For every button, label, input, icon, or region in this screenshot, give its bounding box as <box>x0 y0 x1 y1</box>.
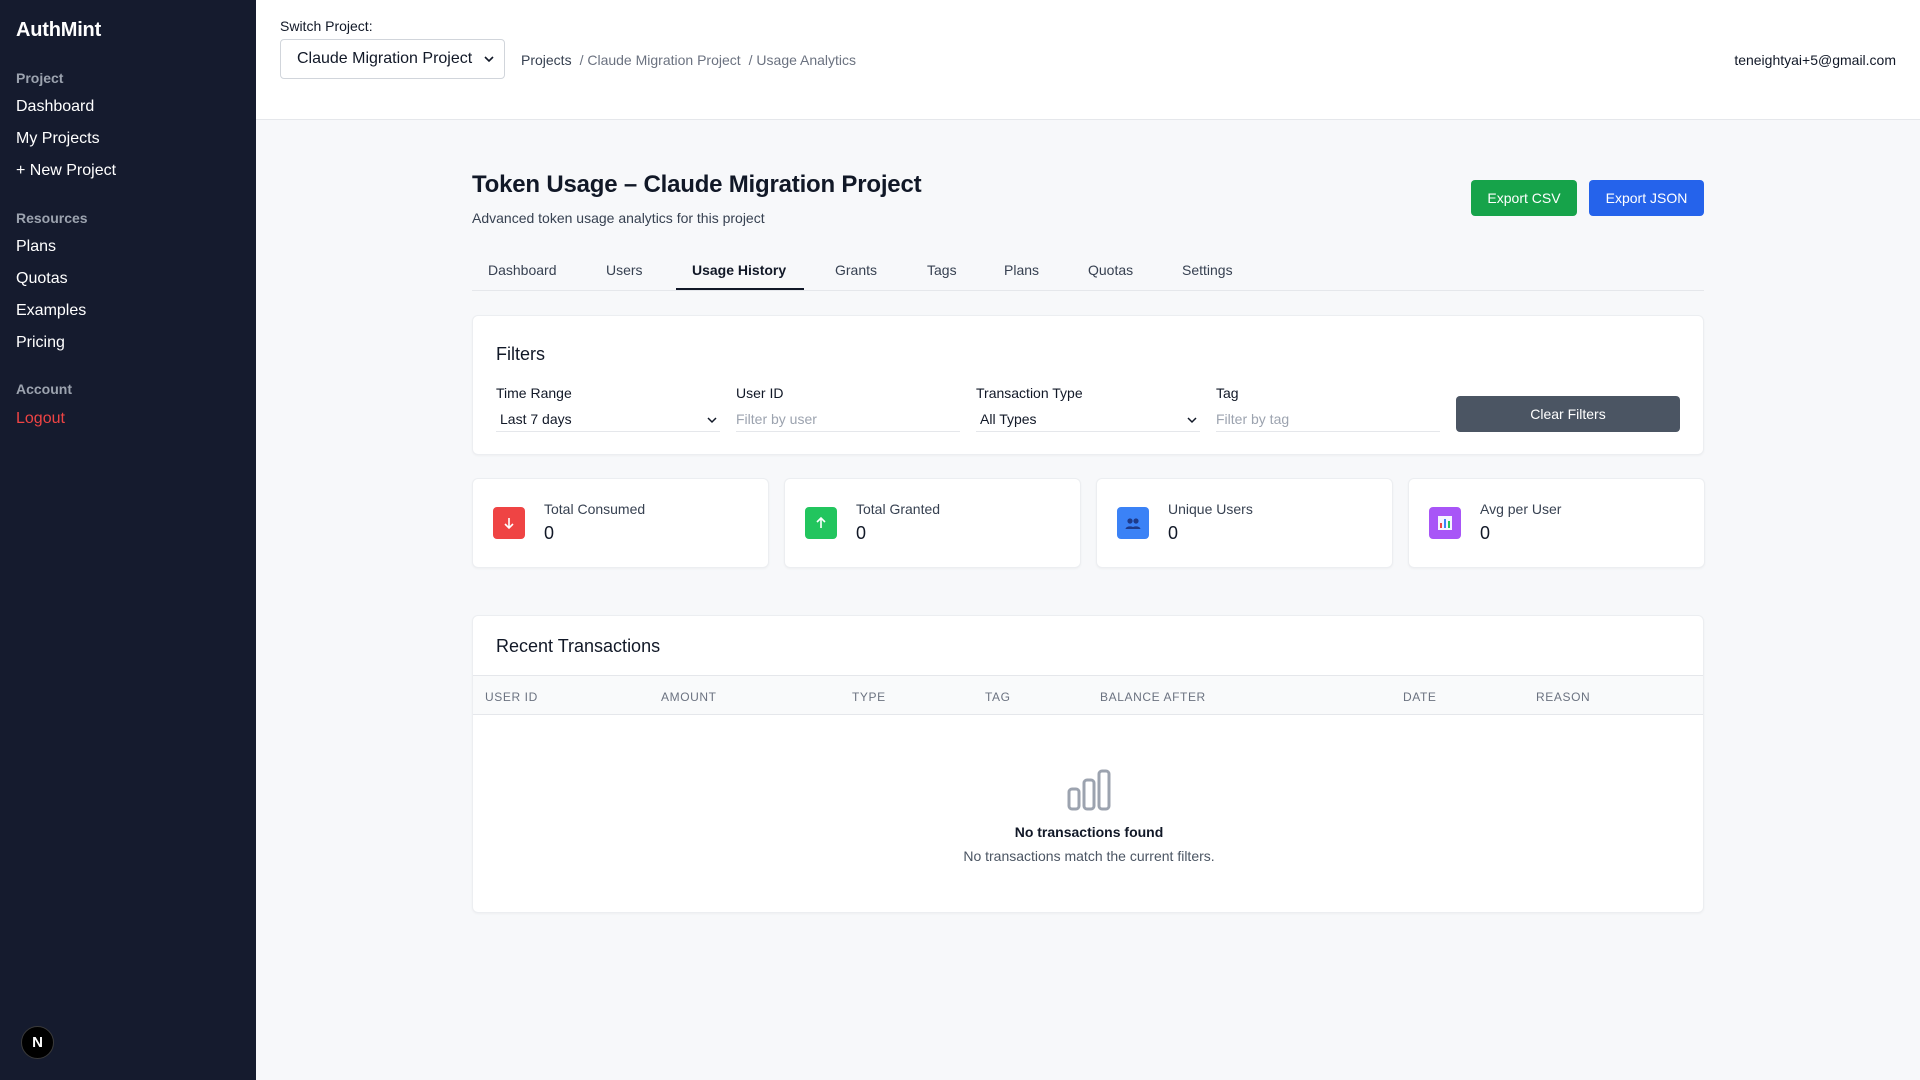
export-json-button[interactable]: Export JSON <box>1589 180 1704 216</box>
time-range-label: Time Range <box>496 385 572 401</box>
breadcrumb: Projects / Claude Migration Project / Us… <box>521 52 856 68</box>
tab-usage-history[interactable]: Usage History <box>692 262 786 278</box>
stat-label: Unique Users <box>1168 501 1253 517</box>
sidebar-item-new-project[interactable]: + New Project <box>16 162 116 180</box>
column-amount[interactable]: Amount <box>661 690 717 704</box>
breadcrumb-projects[interactable]: Projects <box>521 52 572 68</box>
stat-value: 0 <box>856 523 867 543</box>
breadcrumb-project[interactable]: / Claude Migration Project <box>580 52 741 68</box>
sidebar-item-quotas[interactable]: Quotas <box>16 270 68 288</box>
clear-filters-button[interactable]: Clear Filters <box>1456 396 1680 432</box>
sidebar-item-plans[interactable]: Plans <box>16 238 56 256</box>
user-id-label: User ID <box>736 385 784 401</box>
page-title: Token Usage – Claude Migration Project <box>472 171 922 198</box>
stat-label: Avg per User <box>1480 501 1562 517</box>
empty-state-title: No transactions found <box>1014 824 1164 840</box>
users-icon <box>1117 507 1149 539</box>
filters-title: Filters <box>496 344 545 364</box>
tag-label: Tag <box>1216 385 1239 401</box>
sidebar: AuthMint Project Dashboard My Projects +… <box>0 0 256 1080</box>
transaction-type-value: All Types <box>980 410 1037 427</box>
user-id-input[interactable]: Filter by user <box>736 406 960 432</box>
active-tab-indicator <box>676 288 804 290</box>
time-range-select[interactable]: Last 7 days <box>496 406 720 432</box>
transaction-type-label: Transaction Type <box>976 385 1083 401</box>
empty-state-subtitle: No transactions match the current filter… <box>963 848 1215 864</box>
sidebar-item-logout[interactable]: Logout <box>16 410 65 428</box>
tab-settings[interactable]: Settings <box>1182 262 1233 278</box>
page-subtitle: Advanced token usage analytics for this … <box>472 210 765 226</box>
export-csv-button[interactable]: Export CSV <box>1471 180 1577 216</box>
column-date[interactable]: Date <box>1403 690 1437 704</box>
section-project: Project <box>16 70 64 86</box>
column-reason[interactable]: Reason <box>1536 690 1590 704</box>
bar-chart-icon <box>1429 507 1461 539</box>
tab-users[interactable]: Users <box>606 262 643 278</box>
column-tag[interactable]: Tag <box>985 690 1011 704</box>
stat-value: 0 <box>1168 523 1179 543</box>
transaction-type-select[interactable]: All Types <box>976 406 1200 432</box>
sidebar-item-examples[interactable]: Examples <box>16 302 86 320</box>
topbar: Switch Project: Claude Migration Project… <box>256 0 1920 120</box>
stat-card-total-granted: Total Granted 0 <box>784 478 1081 568</box>
breadcrumb-current: / Usage Analytics <box>748 52 857 68</box>
tag-input[interactable]: Filter by tag <box>1216 406 1440 432</box>
arrow-up-icon <box>805 507 837 539</box>
arrow-down-icon <box>493 507 525 539</box>
stat-label: Total Consumed <box>544 501 646 517</box>
stat-value: 0 <box>544 523 555 543</box>
tab-tags[interactable]: Tags <box>927 262 957 278</box>
user-email[interactable]: teneightyai+5@gmail.com <box>1734 52 1896 68</box>
stat-label: Total Granted <box>856 501 941 517</box>
table-header: User ID Amount Type Tag Balance After Da… <box>473 675 1703 715</box>
bar-chart-icon <box>1067 769 1111 811</box>
next-badge-icon[interactable]: N <box>21 1026 54 1059</box>
column-type[interactable]: Type <box>852 690 886 704</box>
tab-grants[interactable]: Grants <box>835 262 877 278</box>
column-user-id[interactable]: User ID <box>485 690 538 704</box>
project-select[interactable]: Claude Migration Project <box>280 39 505 79</box>
sidebar-item-dashboard[interactable]: Dashboard <box>16 98 94 116</box>
brand-logo[interactable]: AuthMint <box>16 19 101 42</box>
transactions-title: Recent Transactions <box>496 636 661 656</box>
chevron-down-icon <box>1187 417 1197 424</box>
filters-card: Filters Time Range Last 7 days User ID F… <box>472 315 1704 455</box>
stat-card-avg-per-user: Avg per User 0 <box>1408 478 1705 568</box>
tab-bar: Dashboard Users Usage History Grants Tag… <box>472 254 1704 291</box>
sidebar-item-my-projects[interactable]: My Projects <box>16 130 100 148</box>
stat-value: 0 <box>1480 523 1491 543</box>
column-balance-after[interactable]: Balance After <box>1100 690 1206 704</box>
sidebar-item-pricing[interactable]: Pricing <box>16 334 65 352</box>
transactions-card: Recent Transactions User ID Amount Type … <box>472 615 1704 913</box>
switch-project-label: Switch Project: <box>280 18 373 34</box>
project-select-value: Claude Migration Project <box>297 50 473 67</box>
section-resources: Resources <box>16 210 88 226</box>
tab-dashboard[interactable]: Dashboard <box>488 262 557 278</box>
tab-quotas[interactable]: Quotas <box>1088 262 1133 278</box>
tab-plans[interactable]: Plans <box>1004 262 1039 278</box>
time-range-value: Last 7 days <box>500 410 572 427</box>
chevron-down-icon <box>484 56 494 63</box>
section-account: Account <box>16 381 72 397</box>
stat-card-unique-users: Unique Users 0 <box>1096 478 1393 568</box>
stat-card-total-consumed: Total Consumed 0 <box>472 478 769 568</box>
chevron-down-icon <box>707 417 717 424</box>
